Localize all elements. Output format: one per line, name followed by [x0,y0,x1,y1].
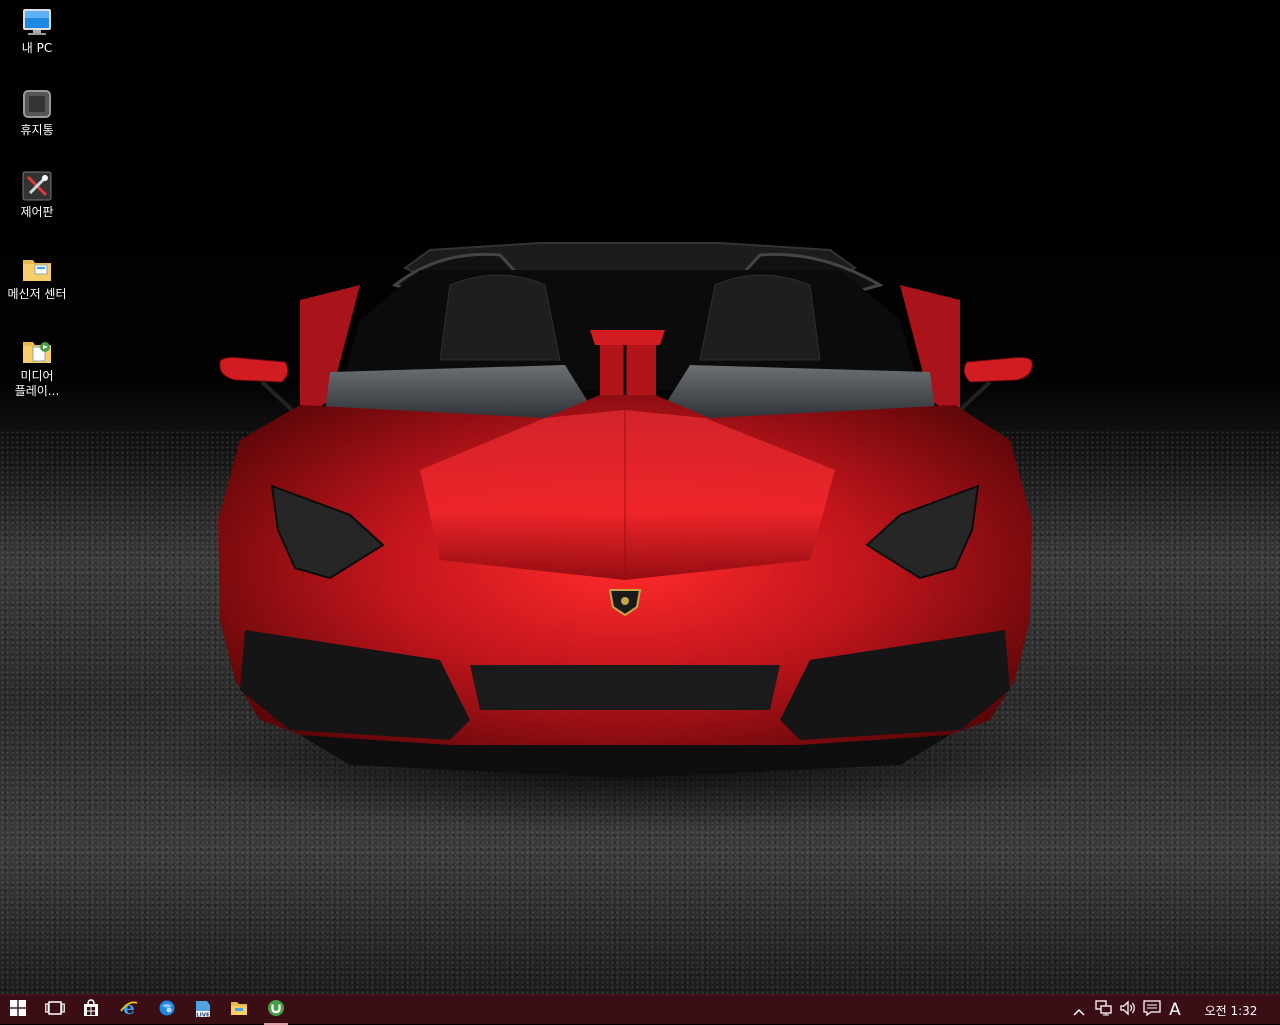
file-explorer-button[interactable] [222,995,256,1025]
browser-icon [158,999,176,1021]
start-button[interactable] [0,995,36,1025]
store-icon [82,999,100,1021]
recycle-bin-icon [21,88,53,120]
desktop-icon-media-player[interactable]: 미디어 플레이... [0,330,74,399]
desktop-icon-label: 제어판 [20,205,54,219]
desktop-wallpaper: 내 PC 휴지통 제어판 메신저 센터 미디어 플레이... [0,0,1280,994]
windows-live-button[interactable]: LIVE [186,995,220,1025]
media-player-folder-icon [21,334,53,366]
internet-explorer-button[interactable]: e [112,995,146,1025]
chevron-up-icon [1073,1001,1085,1020]
task-view-icon [45,1000,65,1020]
volume-button[interactable] [1117,995,1139,1025]
windows-live-icon: LIVE [193,998,213,1022]
store-button[interactable] [74,995,108,1025]
task-view-button[interactable] [38,995,72,1025]
messenger-center-folder-icon [21,252,53,284]
utorrent-button[interactable] [258,995,294,1025]
desktop-icon-this-pc[interactable]: 내 PC [0,2,74,56]
input-method-indicator[interactable]: A [1163,995,1187,1025]
this-pc-icon [21,6,53,38]
action-center-button[interactable] [1141,995,1163,1025]
desktop-icon-control-panel[interactable]: 제어판 [0,166,74,220]
svg-text:LIVE: LIVE [196,1012,210,1018]
desktop-icon-label: 메신저 센터 [7,287,67,301]
network-icon [1095,1000,1113,1020]
desktop-icon-label: 미디어 플레이... [14,369,60,398]
browser-button[interactable] [150,995,184,1025]
notification-icon [1143,1000,1161,1020]
internet-explorer-icon: e [119,998,139,1022]
control-panel-icon [21,170,53,202]
speaker-icon [1119,1000,1137,1020]
show-hidden-icons-button[interactable] [1068,995,1090,1025]
desktop-icon-messenger-center[interactable]: 메신저 센터 [0,248,74,302]
sports-car-wallpaper [155,242,1095,830]
desktop-icon-recycle-bin[interactable]: 휴지통 [0,84,74,138]
desktop-icon-label: 휴지통 [20,123,54,137]
desktop-icon-label: 내 PC [21,41,53,55]
windows-start-icon [10,1000,26,1020]
svg-text:e: e [123,998,134,1018]
utorrent-icon [267,999,285,1021]
network-button[interactable] [1092,995,1116,1025]
file-explorer-icon [230,1000,248,1020]
clock[interactable]: 오전 1:32 [1196,995,1266,1025]
taskbar: e LIVE A 오전 1:32 [0,994,1280,1025]
